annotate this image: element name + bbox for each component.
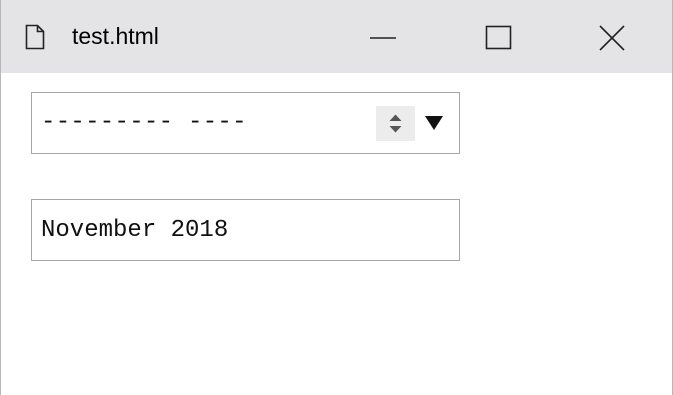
dropdown-triangle-icon — [423, 114, 445, 141]
spin-button[interactable] — [376, 106, 415, 141]
text-field[interactable]: November 2018 — [31, 199, 460, 261]
spinner-updown-icon — [376, 114, 415, 149]
browser-window: test.html --------- ---- November 2018 — [0, 0, 673, 395]
minimize-icon — [369, 24, 397, 52]
window-title: test.html — [72, 23, 159, 49]
title-bar[interactable]: test.html — [1, 0, 672, 73]
dropdown-button[interactable] — [423, 113, 445, 133]
text-field-value[interactable]: November 2018 — [41, 217, 228, 244]
close-button[interactable] — [598, 24, 626, 52]
month-input-value[interactable]: --------- ---- — [41, 109, 247, 136]
month-input[interactable]: --------- ---- — [31, 92, 460, 154]
minimize-button[interactable] — [369, 24, 397, 52]
maximize-icon — [485, 24, 513, 52]
close-icon — [598, 24, 626, 52]
document-icon — [25, 24, 45, 50]
maximize-button[interactable] — [485, 24, 513, 52]
